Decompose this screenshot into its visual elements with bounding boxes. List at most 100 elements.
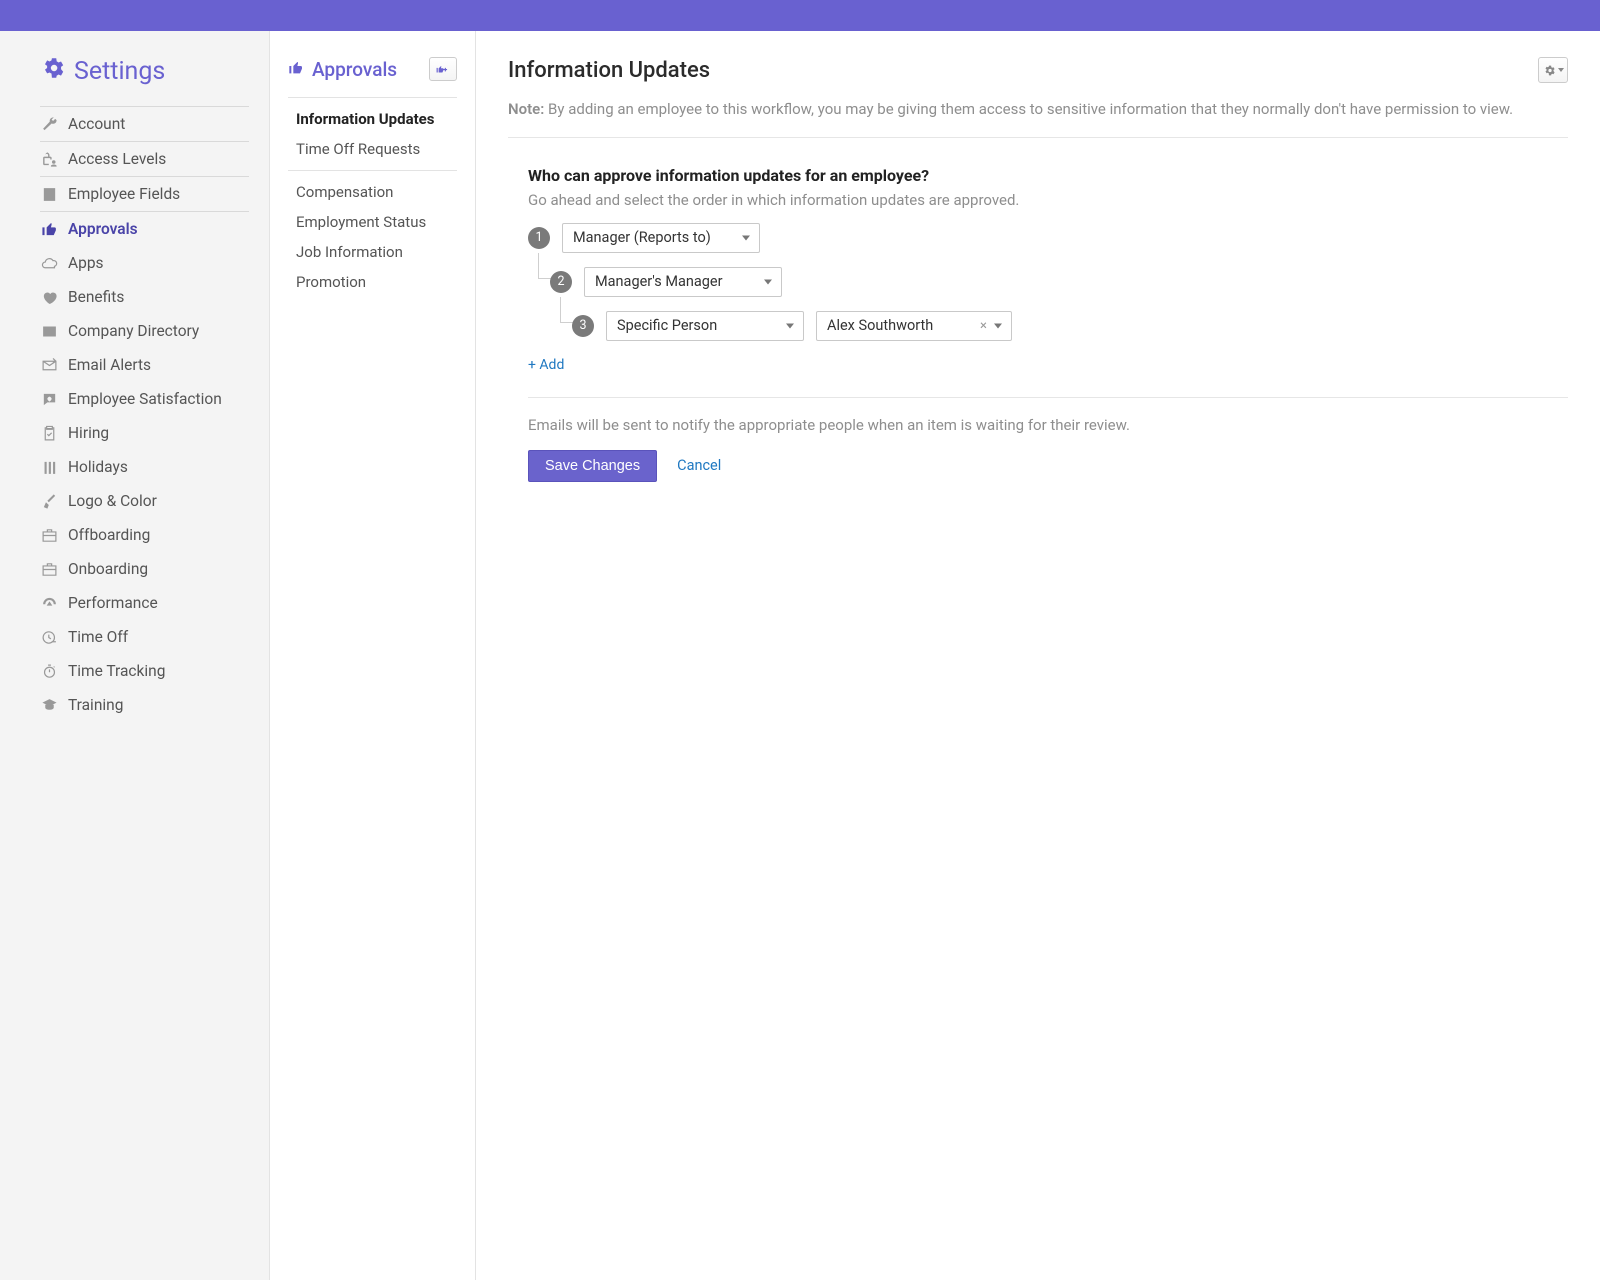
sidebar-item-label: Company Directory — [68, 322, 199, 340]
chevron-down-icon — [764, 279, 772, 284]
cancel-link[interactable]: Cancel — [677, 457, 721, 474]
approver-type-select[interactable]: Manager (Reports to) — [562, 223, 760, 253]
chevron-down-icon — [1558, 68, 1564, 72]
thumbs-up-icon — [40, 220, 58, 238]
sidebar-item-label: Access Levels — [68, 150, 166, 168]
sidebar-item-label: Holidays — [68, 458, 128, 476]
sidebar-item-company-directory[interactable]: Company Directory — [40, 314, 249, 348]
gauge-icon — [40, 594, 58, 612]
save-button[interactable]: Save Changes — [528, 450, 657, 482]
page-settings-button[interactable] — [1538, 57, 1568, 83]
sidebar-item-onboarding[interactable]: Onboarding — [40, 552, 249, 586]
app-container: Settings Account Access Levels Employee … — [0, 31, 1600, 1280]
wrench-icon — [40, 115, 58, 133]
sidebar-item-approvals[interactable]: Approvals — [40, 212, 249, 246]
sidebar-item-training[interactable]: Training — [40, 688, 249, 722]
briefcase-icon — [40, 560, 58, 578]
mail-arrow-icon — [40, 356, 58, 374]
subnav-title: Approvals — [288, 58, 397, 81]
sidebar-item-email-alerts[interactable]: Email Alerts — [40, 348, 249, 382]
sidebar-item-label: Time Tracking — [68, 662, 165, 680]
sidebar-item-logo-color[interactable]: Logo & Color — [40, 484, 249, 518]
sidebar-item-label: Offboarding — [68, 526, 150, 544]
sidebar-item-account[interactable]: Account — [40, 107, 249, 141]
select-value: Manager's Manager — [595, 273, 723, 290]
add-approval-button[interactable] — [429, 57, 457, 81]
select-value: Alex Southworth — [827, 317, 933, 334]
clipboard-check-icon — [40, 424, 58, 442]
select-value: Manager (Reports to) — [573, 229, 711, 246]
sidebar-item-label: Training — [68, 696, 123, 714]
sidebar-item-label: Email Alerts — [68, 356, 151, 374]
subnav-item-information-updates[interactable]: Information Updates — [288, 104, 457, 134]
approver-step-1: 1 Manager (Reports to) — [528, 223, 1568, 253]
sidebar-item-label: Apps — [68, 254, 104, 272]
sidebar-item-label: Onboarding — [68, 560, 148, 578]
page-title: Information Updates — [508, 58, 710, 83]
sidebar-item-apps[interactable]: Apps — [40, 246, 249, 280]
sidebar-item-label: Benefits — [68, 288, 124, 306]
subnav-title-text: Approvals — [312, 58, 397, 81]
cloud-icon — [40, 254, 58, 272]
sidebar-item-label: Employee Fields — [68, 185, 180, 203]
subnav-item-job-information[interactable]: Job Information — [288, 237, 457, 267]
chat-heart-icon — [40, 390, 58, 408]
sidebar-item-employee-fields[interactable]: Employee Fields — [40, 177, 249, 211]
main-content: Information Updates Note: By adding an e… — [476, 31, 1600, 1280]
sidebar-item-time-off[interactable]: Time Off — [40, 620, 249, 654]
sidebar-group-account: Account — [40, 106, 249, 141]
note-label: Note: — [508, 100, 544, 118]
add-step-link[interactable]: + Add — [528, 357, 564, 373]
heart-icon — [40, 288, 58, 306]
subnav-group-other: Compensation Employment Status Job Infor… — [288, 170, 457, 303]
step-number-badge: 2 — [550, 271, 572, 293]
sidebar-item-employee-satisfaction[interactable]: Employee Satisfaction — [40, 382, 249, 416]
top-bar — [0, 0, 1600, 31]
thumbs-up-icon — [288, 58, 304, 81]
form-actions: Save Changes Cancel — [528, 450, 1568, 482]
sidebar-group-main: Approvals Apps Benefits Company Director… — [40, 211, 249, 722]
sidebar-item-hiring[interactable]: Hiring — [40, 416, 249, 450]
id-card-icon — [40, 322, 58, 340]
sidebar-item-benefits[interactable]: Benefits — [40, 280, 249, 314]
select-value: Specific Person — [617, 317, 717, 334]
approver-steps: 1 Manager (Reports to) 2 Manager's Manag… — [528, 223, 1568, 341]
settings-heading-text: Settings — [74, 57, 165, 86]
clock-minus-icon — [40, 628, 58, 646]
approvals-subnav: Approvals Information Updates Time Off R… — [270, 31, 476, 1280]
question-subtitle: Go ahead and select the order in which i… — [528, 191, 1568, 209]
divider — [528, 397, 1568, 398]
thumbs-up-plus-icon — [436, 63, 450, 75]
clear-icon[interactable]: × — [980, 318, 987, 333]
subnav-item-time-off-requests[interactable]: Time Off Requests — [288, 134, 457, 164]
sidebar-item-access-levels[interactable]: Access Levels — [40, 142, 249, 176]
lock-user-icon — [40, 150, 58, 168]
approver-step-2: 2 Manager's Manager — [550, 267, 1568, 297]
sidebar-item-performance[interactable]: Performance — [40, 586, 249, 620]
sidebar-item-holidays[interactable]: Holidays — [40, 450, 249, 484]
sidebar-item-label: Hiring — [68, 424, 109, 442]
step-number-badge: 1 — [528, 227, 550, 249]
subnav-item-compensation[interactable]: Compensation — [288, 177, 457, 207]
sidebar-item-label: Employee Satisfaction — [68, 390, 222, 408]
grad-cap-icon — [40, 696, 58, 714]
question-title: Who can approve information updates for … — [528, 166, 1568, 185]
approver-type-select[interactable]: Manager's Manager — [584, 267, 782, 297]
sidebar-group-access: Access Levels — [40, 141, 249, 176]
step-number-badge: 3 — [572, 315, 594, 337]
main-header: Information Updates — [508, 57, 1568, 83]
approver-type-select[interactable]: Specific Person — [606, 311, 804, 341]
workflow-config: Who can approve information updates for … — [508, 166, 1568, 482]
specific-person-select[interactable]: Alex Southworth × — [816, 311, 1012, 341]
subnav-header: Approvals — [288, 57, 457, 81]
chevron-down-icon — [786, 323, 794, 328]
chevron-down-icon — [742, 235, 750, 240]
sidebar-item-time-tracking[interactable]: Time Tracking — [40, 654, 249, 688]
paintbrush-icon — [40, 492, 58, 510]
briefcase-icon — [40, 526, 58, 544]
subnav-item-promotion[interactable]: Promotion — [288, 267, 457, 297]
subnav-item-employment-status[interactable]: Employment Status — [288, 207, 457, 237]
sidebar-item-label: Performance — [68, 594, 158, 612]
gear-icon — [1543, 64, 1556, 77]
sidebar-item-offboarding[interactable]: Offboarding — [40, 518, 249, 552]
